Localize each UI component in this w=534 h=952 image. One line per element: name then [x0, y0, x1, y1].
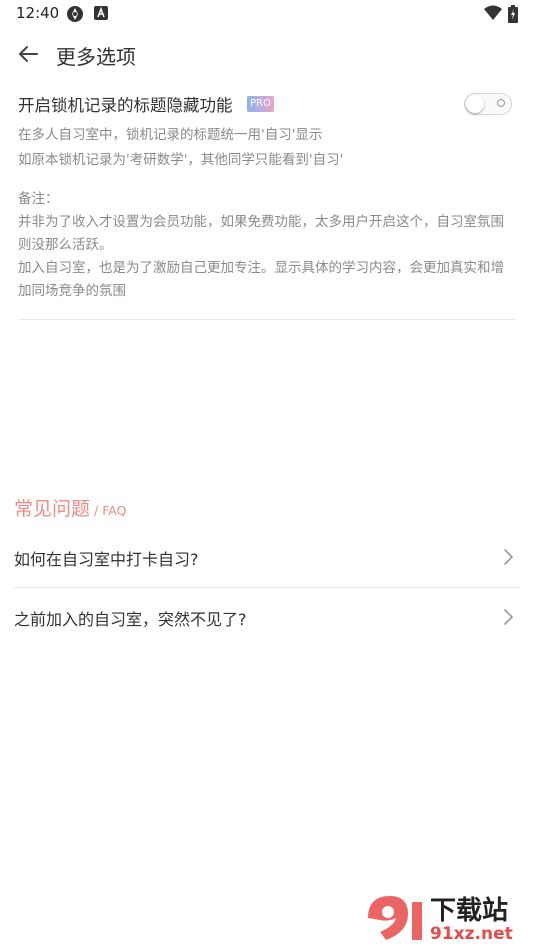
status-time: 12:40 [16, 4, 60, 22]
setting-title: 开启锁机记录的标题隐藏功能 [18, 96, 233, 115]
back-button[interactable] [12, 38, 44, 70]
status-bar: 12:40 [0, 0, 534, 28]
note-paragraph-2: 加入自习室，也是为了激励自己更加专注。显示具体的学习内容，会更加真实和增加同场竞… [18, 260, 504, 299]
pro-badge: PRO [247, 96, 274, 112]
watermark-text-url: 91xz.net [430, 924, 513, 944]
battery-icon [508, 5, 518, 27]
arrow-left-icon [19, 46, 38, 62]
note-paragraph-1: 并非为了收入才设置为会员功能，如果免费功能，太多用户开启这个，自习室氛围则没那么… [18, 214, 504, 253]
note-label: 备注： [18, 191, 59, 207]
faq-item-missing-room[interactable]: 之前加入的自习室，突然不见了? [14, 590, 520, 646]
hide-title-toggle[interactable] [464, 93, 512, 115]
faq-header: 常见问题 / FAQ [14, 494, 126, 521]
page-title: 更多选项 [56, 45, 136, 69]
faq-item-label: 如何在自习室中打卡自习? [14, 550, 199, 569]
faq-subtitle: / FAQ [94, 503, 127, 518]
toggle-off-icon [497, 99, 505, 107]
a-notification-icon [94, 5, 108, 24]
setting-description-line2: 如原本锁机记录为'考研数学'，其他同学只能看到'自习' [18, 152, 344, 168]
wifi-icon [484, 5, 502, 25]
faq-item-checkin[interactable]: 如何在自习室中打卡自习? [14, 530, 520, 586]
sync-icon [66, 5, 84, 27]
hide-title-setting-row: 开启锁机记录的标题隐藏功能 PRO [18, 90, 516, 120]
faq-divider [14, 587, 520, 588]
faq-title: 常见问题 [14, 498, 91, 520]
faq-item-label: 之前加入的自习室，突然不见了? [14, 610, 247, 629]
app-bar: 更多选项 [0, 30, 534, 80]
setting-description-line1: 在多人自习室中，锁机记录的标题统一用'自习'显示 [18, 127, 323, 143]
toggle-knob [466, 95, 484, 113]
chevron-right-icon [504, 549, 513, 565]
divider [18, 319, 516, 320]
chevron-right-icon [504, 609, 513, 625]
site-watermark: 下载站 91xz.net [360, 888, 530, 948]
watermark-text-main: 下载站 [430, 896, 509, 926]
